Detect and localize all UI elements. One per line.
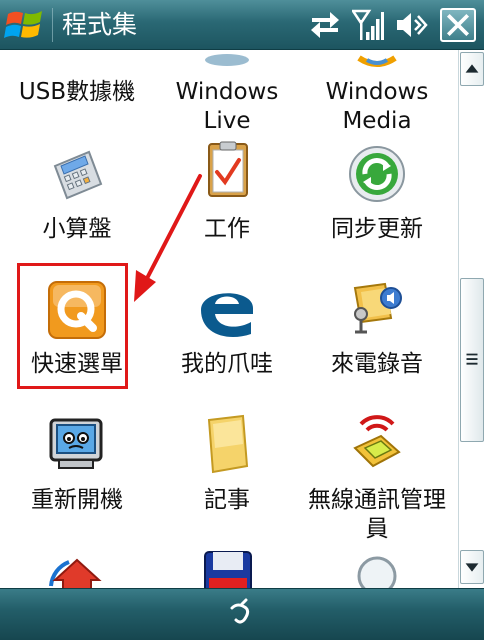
program-usb-modem[interactable]: USB數據機	[2, 50, 152, 140]
program-wireless-manager[interactable]: 無線通訊管理員	[302, 400, 452, 542]
notes-icon	[207, 414, 249, 474]
program-label: 記事	[204, 487, 250, 513]
program-row5-item-3[interactable]	[302, 550, 452, 588]
cf-card-icon	[204, 551, 252, 588]
program-label: 無線通訊管理員	[308, 487, 446, 542]
program-windows-live[interactable]: Windows Live	[152, 50, 302, 140]
softkey-center-icon[interactable]	[224, 598, 260, 630]
program-windows-media[interactable]: Windows Media	[302, 50, 452, 140]
program-row5-item-2[interactable]	[152, 550, 302, 588]
vertical-scrollbar[interactable]	[458, 50, 484, 588]
highlight-annotation-box	[17, 263, 128, 389]
program-label: Windows Live	[175, 79, 279, 134]
title-separator	[52, 8, 53, 42]
program-reset[interactable]: 重新開機	[2, 400, 152, 540]
program-row5-item-1[interactable]	[2, 550, 152, 588]
windows-media-icon	[357, 55, 397, 67]
program-label: 我的爪哇	[181, 351, 273, 377]
sync-icon	[349, 146, 405, 202]
scroll-down-button[interactable]	[460, 550, 484, 584]
arrow-down-icon	[465, 563, 479, 572]
program-grid: USB數據機 Windows Live Windows Media 小算盤 工作…	[0, 50, 458, 588]
volume-icon[interactable]	[394, 8, 430, 42]
program-label: 來電錄音	[331, 351, 423, 377]
reset-computer-icon	[49, 418, 103, 469]
wifi-home-icon	[49, 558, 102, 588]
program-label: USB數據機	[18, 79, 136, 105]
windows-flag-icon[interactable]	[4, 6, 46, 44]
wireless-manager-icon	[353, 415, 401, 468]
call-recorder-icon	[353, 282, 402, 334]
program-label: 同步更新	[331, 216, 423, 242]
program-label: 重新開機	[31, 487, 123, 513]
signal-strength-icon[interactable]	[352, 8, 384, 42]
title-bar: 程式集	[0, 0, 484, 50]
close-icon	[446, 13, 470, 37]
scroll-thumb[interactable]	[460, 278, 484, 442]
arrow-up-icon	[465, 64, 479, 73]
close-button[interactable]	[440, 8, 476, 42]
magnifier-icon	[357, 556, 397, 588]
calculator-icon	[53, 150, 103, 200]
program-label: Windows Media	[325, 79, 429, 134]
annotation-arrow-icon	[134, 174, 202, 302]
page-title: 程式集	[62, 10, 138, 39]
program-sync[interactable]: 同步更新	[302, 140, 452, 250]
grip-icon	[466, 353, 478, 365]
scroll-up-button[interactable]	[460, 52, 484, 86]
windows-live-icon	[205, 54, 249, 66]
program-notes[interactable]: 記事	[152, 400, 302, 540]
program-call-recorder[interactable]: 來電錄音	[302, 270, 452, 390]
connectivity-arrows-icon[interactable]	[308, 8, 342, 42]
